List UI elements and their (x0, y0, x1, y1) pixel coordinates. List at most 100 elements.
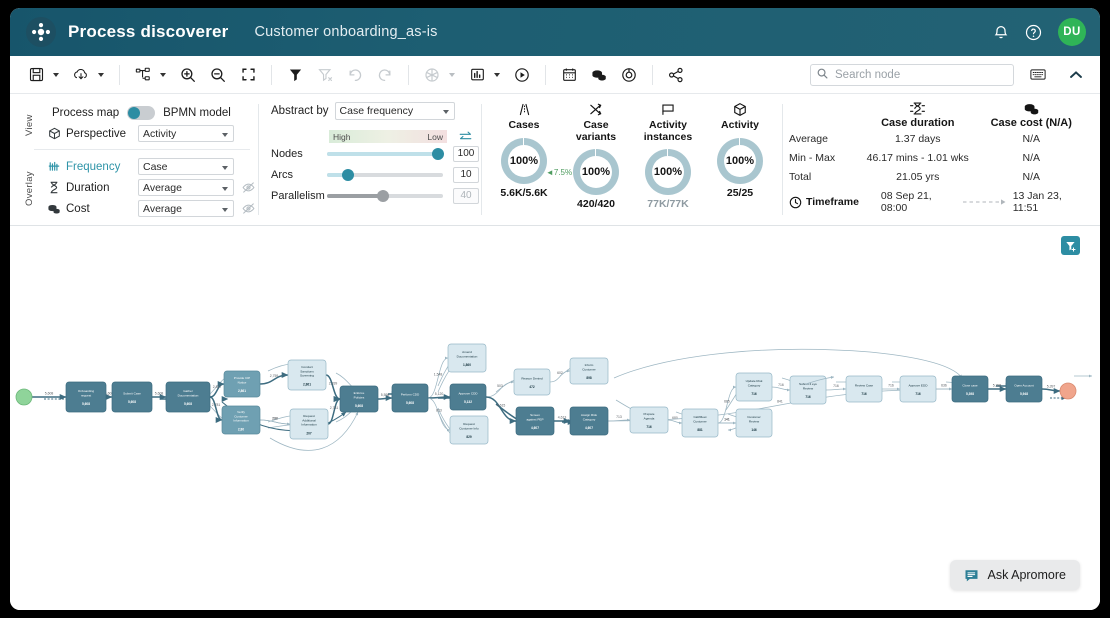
control-strip: View Overlay Process map BPMN model Pers… (10, 94, 1100, 226)
map-model-toggle[interactable] (127, 105, 156, 120)
frequency-select[interactable]: Case (138, 158, 234, 175)
perspective-label: Perspective (66, 127, 127, 140)
chevron-down-icon (442, 110, 449, 114)
fit-screen-button[interactable] (234, 61, 262, 89)
duration-select[interactable]: Average (138, 179, 234, 196)
clear-filter-button[interactable] (311, 61, 339, 89)
animate-button[interactable] (418, 61, 446, 89)
redo-button[interactable] (371, 61, 399, 89)
swap-arrows-icon[interactable] (459, 131, 472, 142)
kpi-donut-activity-instances: 100% (645, 149, 691, 195)
abstract-by-value: Case frequency (339, 105, 414, 117)
flag-icon (634, 100, 702, 119)
perspective-value: Activity (143, 127, 177, 140)
avatar[interactable]: DU (1058, 18, 1086, 46)
collapse-panel-button[interactable] (1062, 61, 1090, 89)
view-overlay-panel: View Overlay Process map BPMN model Pers… (10, 94, 258, 225)
kpi-name-activity: Activity (721, 119, 759, 131)
cube-icon (44, 127, 64, 140)
frequency-value: Case (143, 160, 168, 173)
statistics-button[interactable] (463, 61, 491, 89)
arcs-value[interactable]: 10 (453, 166, 479, 183)
statistics-caret-icon[interactable] (494, 72, 500, 77)
process-map-right-section[interactable] (10, 226, 1100, 610)
view-rail-label: View (24, 114, 35, 136)
perspective-select[interactable]: Activity (138, 125, 234, 142)
process-map-label: Process map (52, 106, 120, 119)
kpi-donut-cases: 100% (501, 137, 547, 184)
coins-icon (975, 100, 1089, 117)
chevron-down-icon (222, 133, 228, 137)
slider-row-nodes: Nodes 100 (271, 143, 481, 164)
arcs-slider-handle[interactable] (341, 168, 354, 181)
duration-value: Average (143, 181, 182, 194)
save-caret-icon[interactable] (53, 72, 59, 77)
abstract-by-select[interactable]: Case frequency (334, 102, 455, 120)
stat-duration-total: 21.05 yrs (896, 171, 940, 183)
nodes-value[interactable]: 100 (453, 145, 479, 162)
share-button[interactable] (662, 61, 690, 89)
app-header: Process discoverer Customer onboarding_a… (10, 8, 1100, 56)
zoom-in-button[interactable] (174, 61, 202, 89)
gradient-high-label: High (333, 131, 351, 142)
toolbar-divider-2 (271, 64, 272, 85)
keyboard-icon[interactable] (1024, 61, 1052, 89)
cost-value: Average (143, 202, 182, 215)
animate-caret-icon[interactable] (449, 72, 455, 77)
duration-visibility-icon[interactable] (242, 181, 255, 194)
parallelism-value: 40 (453, 187, 479, 204)
overlay-rail-label: Overlay (24, 171, 35, 206)
kpi-donut-case-variants: 100% (573, 149, 619, 195)
play-animation-button[interactable] (508, 61, 536, 89)
kpi-name-case-variants: Case variants (575, 119, 617, 143)
application-window: Process discoverer Customer onboarding_a… (10, 8, 1100, 610)
slider-row-arcs: Arcs 10 (271, 164, 481, 185)
calendar-button[interactable] (555, 61, 583, 89)
undo-button[interactable] (341, 61, 369, 89)
kpi-sub-case-variants: 420/420 (577, 198, 615, 210)
overlay-label-duration: Duration (66, 181, 110, 194)
filter-button[interactable] (281, 61, 309, 89)
cube-icon (706, 100, 774, 119)
gradient-low-label: Low (427, 131, 443, 142)
timeframe-end: 13 Jan 23, 11:51 (1012, 190, 1062, 214)
frequency-icon (44, 160, 64, 173)
search-input[interactable] (833, 67, 1007, 82)
export-caret-icon[interactable] (98, 72, 104, 77)
cost-button[interactable] (585, 61, 613, 89)
main-toolbar (10, 56, 1100, 94)
kpi-case-variants: Case variants 100% 420/420 (562, 100, 630, 225)
kpi-percent-cases: 100% (509, 154, 539, 167)
zoom-out-button[interactable] (204, 61, 232, 89)
help-circle-icon[interactable] (1025, 24, 1042, 41)
kpi-sub-activity-instances: 77K/77K (647, 198, 689, 210)
timeframe-start: 08 Sep 21, 08:00 (880, 190, 932, 214)
parallelism-slider-handle[interactable] (376, 189, 389, 202)
stats-table: Case duration Case cost (N/A) Average 1.… (789, 100, 1088, 186)
kpi-panel: Cases 100% 5.6K/5.6K ◄7.5%► Case variant… (482, 94, 782, 225)
stat-label-total: Total (789, 171, 812, 183)
search-node-box[interactable] (810, 63, 1014, 86)
nodes-slider-handle[interactable] (432, 147, 445, 160)
process-map-canvas[interactable]: Ask Apromore 5,608 5,608 5,608 2,827 2,7… (10, 226, 1100, 610)
hourglass-flow-icon (861, 100, 975, 117)
nodes-slider[interactable] (327, 147, 445, 160)
toolbar-divider-4 (545, 64, 546, 85)
save-button[interactable] (22, 61, 50, 89)
layout-caret-icon[interactable] (160, 72, 166, 77)
export-button[interactable] (67, 61, 95, 89)
apromore-logo-icon[interactable] (26, 17, 56, 47)
layout-button[interactable] (129, 61, 157, 89)
parallelism-slider[interactable] (327, 189, 443, 202)
target-button[interactable] (615, 61, 643, 89)
stat-label-minmax: Min - Max (789, 152, 836, 164)
cost-select[interactable]: Average (138, 200, 234, 217)
arcs-slider[interactable] (327, 168, 443, 181)
bpmn-model-label: BPMN model (163, 106, 231, 119)
kpi-activity: Activity 100% 25/25 (706, 100, 774, 225)
overlay-label-frequency: Frequency (66, 160, 121, 173)
cost-visibility-icon[interactable] (242, 202, 255, 215)
case-duration-title: Case duration (881, 117, 955, 129)
stat-cost-total: N/A (1022, 171, 1040, 183)
bell-icon[interactable] (993, 24, 1009, 40)
